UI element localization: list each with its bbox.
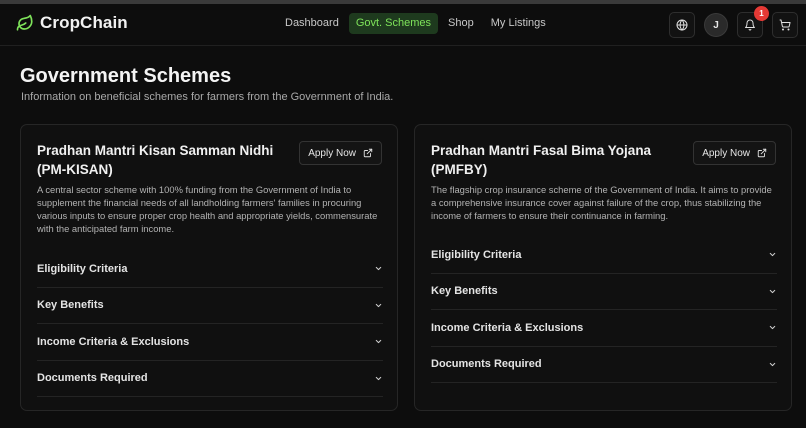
chevron-down-icon	[769, 289, 776, 293]
chevron-down-icon	[769, 362, 776, 366]
accordion-key-benefits[interactable]: Key Benefits	[431, 274, 777, 310]
accordion-label: Income Criteria & Exclusions	[431, 321, 584, 334]
brand-name: CropChain	[40, 13, 128, 32]
accordion-income-criteria[interactable]: Income Criteria & Exclusions	[37, 324, 383, 361]
accordion-label: Eligibility Criteria	[37, 262, 128, 275]
navbar: CropChain Dashboard Govt. Schemes Shop M…	[0, 4, 806, 46]
apply-now-label: Apply Now	[308, 147, 356, 159]
external-link-icon	[363, 148, 373, 158]
accordion-documents[interactable]: Documents Required	[431, 347, 777, 383]
cart-icon	[779, 19, 791, 31]
accordion-eligibility[interactable]: Eligibility Criteria	[431, 237, 777, 274]
apply-now-button[interactable]: Apply Now	[299, 141, 382, 165]
chevron-down-icon	[375, 303, 382, 307]
accordion-label: Key Benefits	[431, 285, 498, 298]
main-nav: Dashboard Govt. Schemes Shop My Listings	[278, 13, 556, 34]
scheme-accordion: Eligibility Criteria Key Benefits Income…	[431, 237, 777, 383]
scheme-card-pm-kisan: Pradhan Mantri Kisan Samman Nidhi (PM-KI…	[20, 124, 398, 411]
accordion-documents[interactable]: Documents Required	[37, 361, 383, 397]
notifications-button[interactable]: 1	[737, 6, 769, 38]
accordion-eligibility[interactable]: Eligibility Criteria	[37, 251, 383, 288]
chevron-down-icon	[769, 326, 776, 330]
globe-icon	[676, 19, 688, 31]
chevron-down-icon	[375, 267, 382, 271]
scheme-description: A central sector scheme with 100% fundin…	[37, 184, 378, 234]
accordion-label: Key Benefits	[37, 299, 104, 312]
accordion-key-benefits[interactable]: Key Benefits	[37, 288, 383, 324]
accordion-income-criteria[interactable]: Income Criteria & Exclusions	[431, 310, 777, 347]
cart-button[interactable]	[772, 12, 798, 38]
language-button[interactable]	[669, 12, 695, 38]
scheme-description: The flagship crop insurance scheme of th…	[431, 184, 772, 221]
chevron-down-icon	[769, 253, 776, 257]
external-link-icon	[757, 148, 767, 158]
header-actions: J 1	[660, 6, 798, 38]
apply-now-label: Apply Now	[702, 147, 750, 159]
page-subtitle: Information on beneficial schemes for fa…	[21, 91, 394, 103]
apply-now-button[interactable]: Apply Now	[693, 141, 776, 165]
leaf-icon	[16, 14, 33, 31]
scheme-card-pmfby: Pradhan Mantri Fasal Bima Yojana (PMFBY)…	[414, 124, 792, 411]
page-title: Government Schemes	[20, 65, 232, 87]
bell-icon	[745, 19, 755, 31]
nav-govt-schemes[interactable]: Govt. Schemes	[348, 13, 439, 34]
scheme-accordion: Eligibility Criteria Key Benefits Income…	[37, 251, 383, 397]
notification-badge: 1	[754, 6, 769, 21]
scheme-title: Pradhan Mantri Fasal Bima Yojana (PMFBY)	[431, 143, 652, 177]
chevron-down-icon	[375, 376, 382, 380]
brand-logo[interactable]: CropChain	[16, 13, 128, 33]
nav-shop[interactable]: Shop	[441, 13, 481, 34]
accordion-label: Income Criteria & Exclusions	[37, 335, 190, 348]
accordion-label: Documents Required	[37, 372, 148, 385]
nav-dashboard[interactable]: Dashboard	[278, 13, 346, 34]
nav-my-listings[interactable]: My Listings	[484, 13, 553, 34]
chevron-down-icon	[375, 340, 382, 344]
avatar[interactable]: J	[704, 13, 728, 37]
accordion-label: Documents Required	[431, 358, 542, 371]
accordion-label: Eligibility Criteria	[431, 248, 522, 261]
scheme-title: Pradhan Mantri Kisan Samman Nidhi (PM-KI…	[37, 143, 274, 177]
